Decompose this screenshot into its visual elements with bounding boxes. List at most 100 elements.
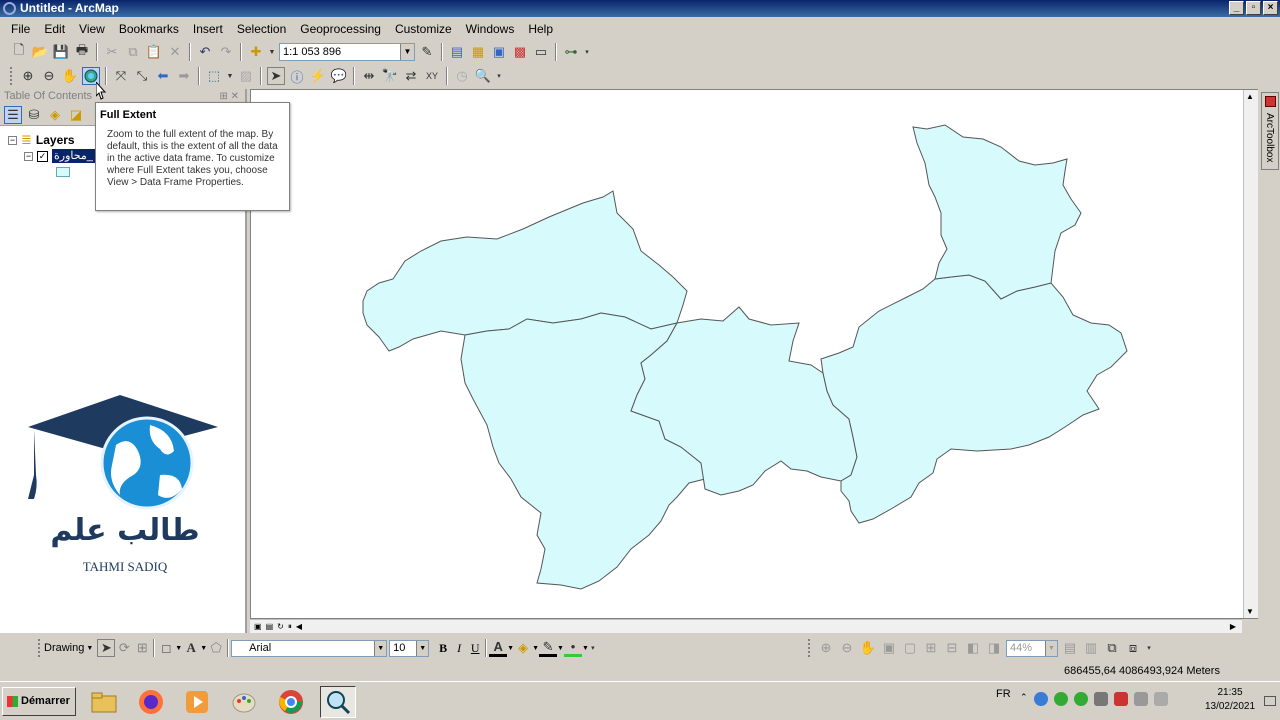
chevron-down-icon[interactable]: ▼ bbox=[268, 43, 276, 61]
list-by-visibility-icon[interactable]: ◈ bbox=[46, 106, 64, 124]
pause-drawing-icon[interactable]: ⏸ bbox=[288, 622, 292, 632]
network-globe-icon[interactable] bbox=[1033, 692, 1048, 706]
zoom-100-icon[interactable]: ▢ bbox=[901, 639, 919, 657]
model-builder-icon[interactable]: ⊶ bbox=[562, 43, 580, 61]
language-indicator[interactable]: FR bbox=[996, 688, 1011, 700]
layout-zoom-in-icon[interactable]: ⊕ bbox=[817, 639, 835, 657]
arctoolbox-icon[interactable]: ▩ bbox=[511, 43, 529, 61]
network-status-icon[interactable] bbox=[1133, 692, 1148, 706]
go-back-extent-icon[interactable]: ◧ bbox=[964, 639, 982, 657]
table-of-contents-icon[interactable]: ▤ bbox=[448, 43, 466, 61]
menu-customize[interactable]: Customize bbox=[388, 19, 459, 39]
arctoolbox-dock-tab[interactable]: ArcToolbox bbox=[1261, 92, 1279, 170]
menu-view[interactable]: View bbox=[72, 19, 112, 39]
fixed-zoom-out-icon[interactable]: ⤡ bbox=[133, 67, 151, 85]
rectangle-icon[interactable]: □ bbox=[157, 639, 175, 657]
zoom-whole-page-icon[interactable]: ▣ bbox=[880, 639, 898, 657]
map-scale-combo[interactable]: 1:1 053 896 ▼ bbox=[279, 43, 415, 61]
menu-edit[interactable]: Edit bbox=[37, 19, 72, 39]
new-document-icon[interactable]: 🗋 bbox=[10, 42, 28, 61]
layout-pan-icon[interactable]: ✋ bbox=[859, 639, 877, 657]
html-popup-icon[interactable]: 💬 bbox=[330, 67, 348, 85]
data-view-icon[interactable]: ▣ bbox=[254, 622, 262, 631]
layer-visibility-checkbox[interactable]: ✓ bbox=[37, 150, 48, 162]
pan-icon[interactable]: ✋ bbox=[61, 67, 79, 85]
chevron-down-icon[interactable]: ▼ bbox=[416, 640, 429, 656]
collapse-icon[interactable]: − bbox=[24, 151, 33, 161]
hyperlink-icon[interactable]: ⚡ bbox=[309, 67, 327, 85]
chevron-down-icon[interactable]: ▼ bbox=[582, 645, 589, 652]
arcmap-taskbar-icon[interactable] bbox=[320, 686, 356, 718]
save-icon[interactable]: 💾 bbox=[52, 43, 70, 61]
font-size-combo[interactable]: 10 ▼ bbox=[389, 639, 430, 657]
magnifier-icon[interactable]: 🔍 bbox=[474, 67, 492, 85]
fixed-zoom-in-layout-icon[interactable]: ⊞ bbox=[922, 639, 940, 657]
chevron-down-icon[interactable]: ▼ bbox=[557, 645, 564, 652]
file-explorer-icon[interactable] bbox=[86, 686, 122, 718]
rotate-icon[interactable]: ⟳ bbox=[115, 639, 133, 657]
chevron-down-icon[interactable]: ▼ bbox=[1045, 640, 1057, 656]
back-extent-icon[interactable]: ⬅ bbox=[154, 67, 172, 85]
layout-view-icon[interactable]: ▤ bbox=[266, 622, 274, 631]
add-data-icon[interactable]: ✚ bbox=[247, 43, 265, 61]
catalog-icon[interactable]: ▦ bbox=[469, 43, 487, 61]
select-features-icon[interactable]: ⬚ bbox=[205, 67, 223, 85]
select-elements-icon[interactable]: ➤ bbox=[97, 639, 116, 657]
cut-icon[interactable]: ✂ bbox=[103, 43, 121, 61]
menu-selection[interactable]: Selection bbox=[230, 19, 293, 39]
map-data-view[interactable] bbox=[250, 89, 1258, 619]
restore-button[interactable]: ▫ bbox=[1246, 1, 1261, 15]
select-elements-icon[interactable]: ➤ bbox=[267, 67, 285, 85]
chevron-down-icon[interactable]: ▼ bbox=[226, 67, 234, 85]
change-layout-icon[interactable]: ⧉ bbox=[1103, 639, 1121, 657]
redo-icon[interactable]: ↷ bbox=[217, 43, 235, 61]
chevron-down-icon[interactable]: ▼ bbox=[200, 645, 207, 652]
fixed-zoom-in-icon[interactable]: ⤧ bbox=[112, 67, 130, 85]
chevron-down-icon[interactable]: ▼ bbox=[175, 645, 182, 652]
go-forward-extent-icon[interactable]: ◨ bbox=[985, 639, 1003, 657]
chevron-down-icon[interactable]: ▼ bbox=[374, 640, 387, 656]
bold-button[interactable]: B bbox=[435, 641, 451, 656]
close-button[interactable]: × bbox=[1263, 1, 1278, 15]
media-player-icon[interactable] bbox=[179, 686, 215, 718]
layout-zoom-combo[interactable]: 44% ▼ bbox=[1006, 639, 1058, 657]
layout-zoom-out-icon[interactable]: ⊖ bbox=[838, 639, 856, 657]
zoom-out-icon[interactable]: ⊖ bbox=[40, 67, 58, 85]
toolbar-options-icon[interactable]: ▾ bbox=[583, 43, 591, 61]
font-combo[interactable]: Arial ▼ bbox=[231, 639, 388, 657]
toolbar-grip[interactable] bbox=[808, 639, 812, 657]
find-icon[interactable]: 🔭 bbox=[381, 67, 399, 85]
scroll-right-icon[interactable]: ▶ bbox=[1230, 622, 1236, 631]
data-driven-pages-icon[interactable]: ⧈ bbox=[1124, 639, 1142, 657]
zoom-in-icon[interactable]: ⊕ bbox=[19, 67, 37, 85]
show-hidden-icons-icon[interactable]: ⌃ bbox=[1020, 692, 1028, 706]
toolbar-options-icon[interactable]: ▾ bbox=[1145, 639, 1153, 657]
delete-icon[interactable]: ✕ bbox=[166, 43, 184, 61]
data-frame-label[interactable]: Layers bbox=[36, 133, 75, 147]
drawing-menu[interactable]: Drawing bbox=[44, 642, 84, 654]
map-canvas[interactable] bbox=[251, 90, 1257, 618]
italic-button[interactable]: I bbox=[451, 641, 467, 656]
list-by-selection-icon[interactable]: ◪ bbox=[67, 106, 85, 124]
fill-color-icon[interactable]: ◈ bbox=[514, 639, 532, 657]
antivirus-icon[interactable] bbox=[1113, 692, 1128, 706]
menu-geoprocessing[interactable]: Geoprocessing bbox=[293, 19, 388, 39]
copy-icon[interactable]: ⧉ bbox=[124, 43, 142, 61]
time-slider-icon[interactable]: ◷ bbox=[453, 67, 471, 85]
scroll-down-icon[interactable]: ▼ bbox=[1246, 607, 1254, 616]
toolbar-grip[interactable] bbox=[38, 639, 42, 657]
edit-vertices-icon[interactable]: ⬠ bbox=[207, 639, 225, 657]
fixed-zoom-out-layout-icon[interactable]: ⊟ bbox=[943, 639, 961, 657]
toolbar-options-icon[interactable]: ▾ bbox=[589, 639, 597, 657]
underline-button[interactable]: U bbox=[467, 641, 483, 656]
font-color-icon[interactable]: A bbox=[489, 639, 508, 657]
paste-icon[interactable]: 📋 bbox=[145, 43, 163, 61]
list-by-source-icon[interactable]: ⛁ bbox=[25, 106, 43, 124]
refresh-icon[interactable]: ↻ bbox=[277, 622, 284, 631]
line-color-icon[interactable]: ✎ bbox=[539, 639, 558, 657]
minimize-button[interactable]: _ bbox=[1229, 1, 1244, 15]
measure-icon[interactable]: ⇹ bbox=[360, 67, 378, 85]
clear-selection-icon[interactable]: ▨ bbox=[237, 67, 255, 85]
collapse-icon[interactable]: − bbox=[8, 135, 17, 145]
update-icon[interactable] bbox=[1073, 692, 1088, 706]
